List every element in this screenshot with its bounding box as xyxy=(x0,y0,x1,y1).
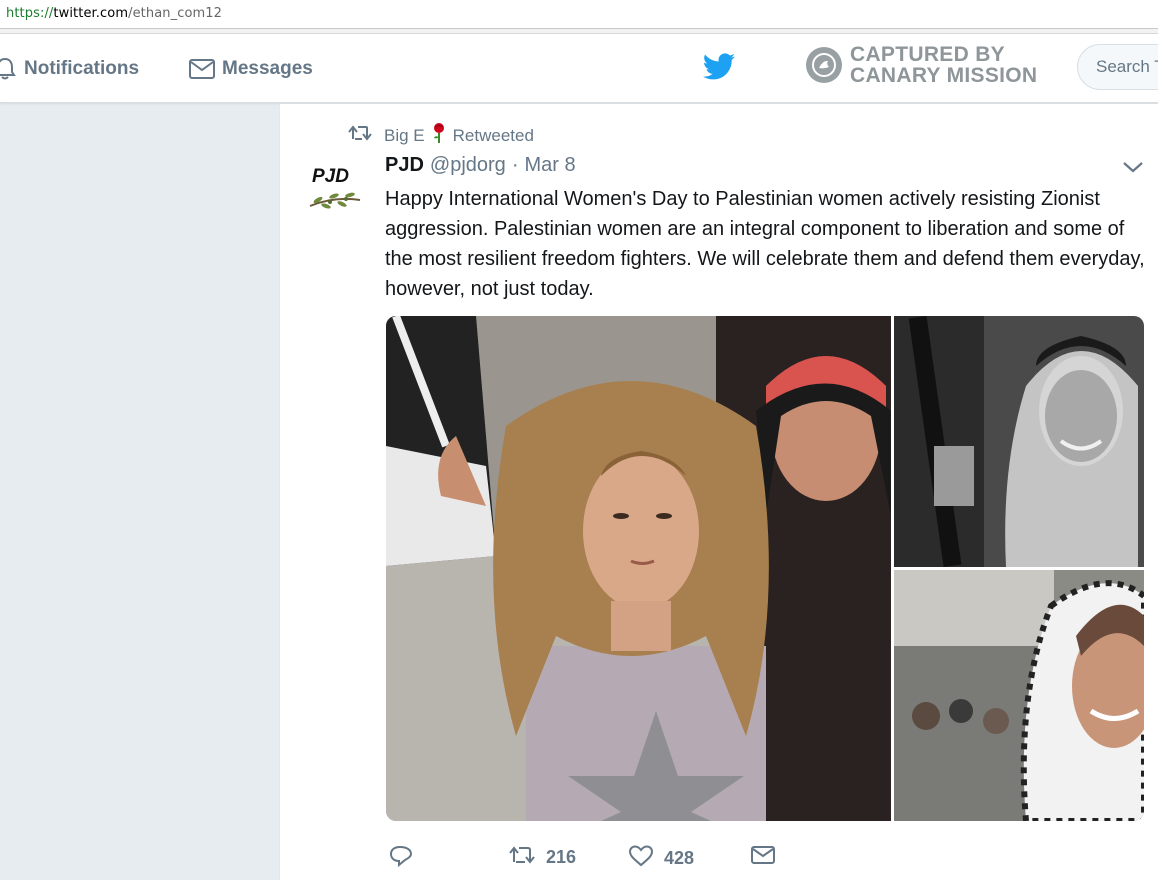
retweet-icon xyxy=(508,844,536,871)
reply-button[interactable] xyxy=(388,844,414,873)
timeline-column: Big E Retweeted PJD PJD @pjdorg · Mar 8 … xyxy=(279,104,1158,880)
tweet-media-grid[interactable] xyxy=(386,316,1144,821)
url-host: twitter.com xyxy=(53,6,129,21)
retweeted-label: Retweeted xyxy=(452,125,534,145)
watermark-line1: CAPTURED BY xyxy=(850,43,1005,66)
like-button[interactable]: 428 xyxy=(628,844,694,873)
browser-address-bar[interactable]: https://twitter.com/ethan_com12 xyxy=(0,0,1158,29)
envelope-icon xyxy=(750,844,776,871)
watermark-line2: CANARY MISSION xyxy=(850,64,1038,87)
olive-branch-icon xyxy=(309,192,361,209)
tweet-text: Happy International Women's Day to Pales… xyxy=(385,188,1145,300)
top-navigation: Notifications Messages CAPTURED BY CANAR… xyxy=(0,34,1158,103)
reply-icon xyxy=(388,844,414,873)
media-photo-main[interactable] xyxy=(386,316,891,821)
nav-messages[interactable]: Messages xyxy=(188,54,313,84)
avatar-logo-text: PJD xyxy=(312,166,349,187)
direct-message-button[interactable] xyxy=(750,844,776,871)
search-input[interactable]: Search T xyxy=(1077,44,1158,90)
envelope-icon xyxy=(188,57,216,81)
like-count: 428 xyxy=(664,848,695,868)
tweet-date[interactable]: Mar 8 xyxy=(524,154,575,177)
search-placeholder: Search T xyxy=(1096,57,1158,76)
rose-emoji-icon xyxy=(431,122,447,149)
url-path: /ethan_com12 xyxy=(128,6,223,21)
nav-notifications-label: Notifications xyxy=(24,58,140,79)
nav-messages-label: Messages xyxy=(222,58,313,79)
chevron-down-icon[interactable] xyxy=(1122,160,1144,179)
twitter-bird-icon[interactable] xyxy=(701,52,737,84)
canary-mission-watermark: CAPTURED BY CANARY MISSION xyxy=(806,44,1037,86)
avatar[interactable]: PJD xyxy=(302,156,366,220)
url-text[interactable]: https://twitter.com/ethan_com12 xyxy=(6,6,222,21)
header-separator: · xyxy=(511,154,519,176)
author-name[interactable]: PJD xyxy=(385,154,424,177)
retweet-context[interactable]: Big E Retweeted xyxy=(348,122,534,149)
retweet-count: 216 xyxy=(546,847,577,867)
tweet-header: PJD @pjdorg · Mar 8 xyxy=(385,154,576,177)
heart-icon xyxy=(628,844,654,873)
retweeted-by-name: Big E xyxy=(384,125,425,145)
media-photo-bottom-right[interactable] xyxy=(894,570,1144,821)
retweet-button[interactable]: 216 xyxy=(508,844,576,871)
bell-icon xyxy=(0,56,18,82)
url-scheme: https:// xyxy=(6,6,54,21)
media-photo-top-right[interactable] xyxy=(894,316,1144,568)
tweet-actions: 216 428 xyxy=(388,844,1148,874)
retweet-icon xyxy=(348,124,372,147)
author-handle[interactable]: @pjdorg xyxy=(430,154,506,177)
canary-bird-icon xyxy=(806,47,842,83)
nav-notifications[interactable]: Notifications xyxy=(0,54,139,84)
